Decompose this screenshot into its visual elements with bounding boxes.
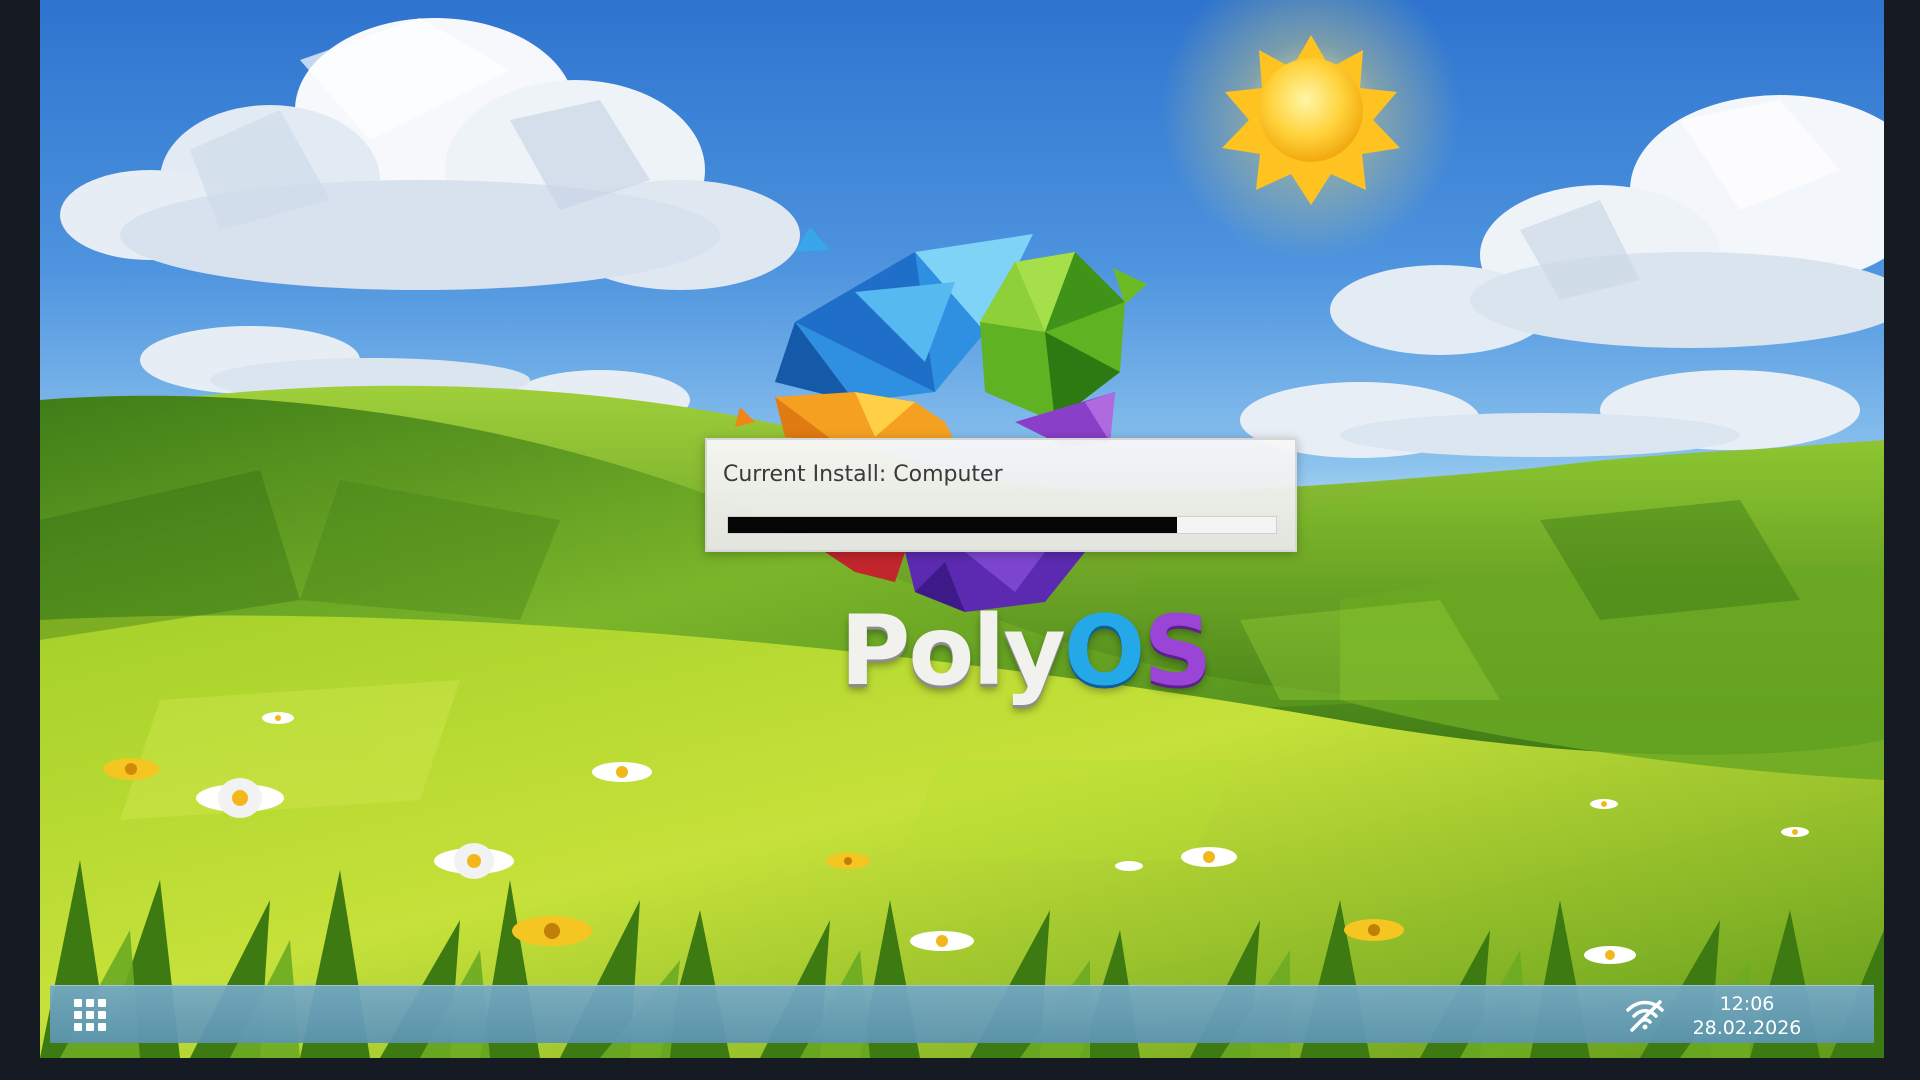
clock-date: 28.02.2026 bbox=[1692, 1017, 1802, 1039]
polyos-wordmark: PolyOS bbox=[840, 603, 1213, 699]
wordmark-poly: Poly bbox=[840, 595, 1066, 707]
system-clock[interactable]: 12:06 28.02.2026 bbox=[1670, 992, 1824, 1040]
yellow-flower-icon bbox=[512, 916, 592, 946]
yellow-flower-icon bbox=[103, 758, 159, 780]
taskbar: 12:06 28.02.2026 bbox=[50, 985, 1874, 1043]
yellow-flower-icon bbox=[826, 853, 870, 869]
wifi-disconnected-icon bbox=[1626, 1000, 1664, 1032]
install-status-label: Current Install: Computer bbox=[723, 462, 1003, 487]
install-progress-bar bbox=[727, 516, 1277, 534]
yellow-flower-icon bbox=[1344, 919, 1404, 941]
cloud-left bbox=[60, 18, 800, 290]
daisy-flower-icon bbox=[1781, 827, 1809, 837]
daisy-flower-icon bbox=[1181, 847, 1237, 867]
wordmark-s: S bbox=[1143, 595, 1212, 707]
install-progress-fill bbox=[728, 517, 1178, 533]
network-status-button[interactable] bbox=[1624, 996, 1666, 1034]
apps-grid-icon bbox=[74, 999, 106, 1031]
clock-time: 12:06 bbox=[1719, 993, 1775, 1015]
app-launcher-button[interactable] bbox=[70, 995, 110, 1035]
daisy-flower-icon bbox=[1590, 799, 1618, 809]
desktop-screen: PolyOS Current Install: Computer 12:06 2… bbox=[40, 0, 1884, 1058]
install-progress-dialog: Current Install: Computer bbox=[705, 438, 1297, 552]
cloud-right-low bbox=[1240, 370, 1860, 458]
device-frame: PolyOS Current Install: Computer 12:06 2… bbox=[0, 0, 1920, 1080]
daisy-flower-icon bbox=[592, 762, 652, 782]
wordmark-o: O bbox=[1063, 595, 1146, 707]
daisy-flower-icon bbox=[910, 931, 974, 951]
daisy-flower-icon bbox=[262, 712, 294, 724]
daisy-flower-icon bbox=[1584, 946, 1636, 964]
sun-icon bbox=[1161, 0, 1461, 260]
daisy-flower-icon bbox=[1115, 861, 1143, 871]
